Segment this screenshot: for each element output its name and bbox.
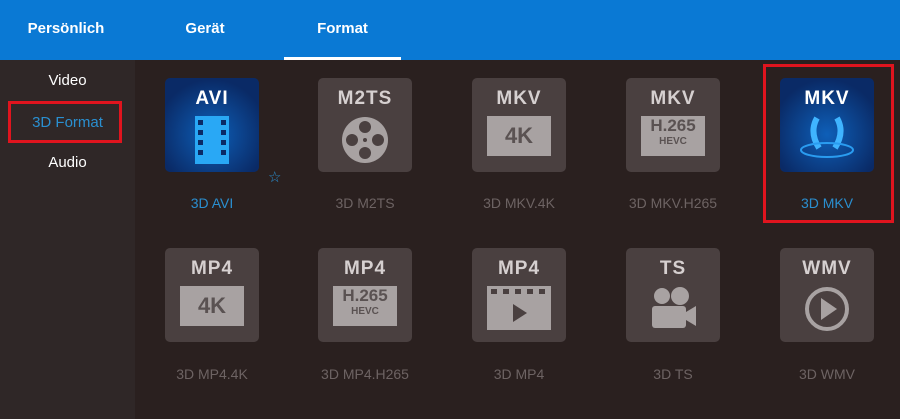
tile-title: MP4 [497,258,541,279]
format-label: 3D M2TS [335,195,395,211]
format-label: 3D MP4.H265 [321,366,409,382]
format-label: 3D WMV [799,366,855,382]
format-label: 3D MP4 [493,366,545,382]
format-tile-3d-mp4-h265[interactable]: MP4 H.265 HEVC [318,248,412,342]
format-label: 3D MP4.4K [176,366,248,382]
format-label: 3D TS [653,366,693,382]
badge-text: H.265 [342,286,388,305]
format-tile-3d-mp4[interactable]: MP4 [472,248,566,342]
format-tile-3d-avi[interactable]: AVI [165,78,259,172]
star-icon[interactable]: ☆ [268,168,281,186]
sidebar-item-audio[interactable]: Audio [0,154,135,171]
hevc-badge-icon: H.265 HEVC [641,116,705,156]
tab-personal[interactable]: Persönlich [0,0,132,60]
header-bar: Persönlich Gerät Format [0,0,900,60]
badge-subtext: HEVC [351,306,379,317]
badge-subtext: HEVC [659,136,687,147]
film-strip-icon [195,116,229,164]
tile-title: MP4 [343,258,387,279]
sidebar-item-video[interactable]: Video [0,72,135,89]
film-reel-icon [342,117,388,163]
format-label: 3D AVI [190,195,234,211]
tile-title: AVI [195,88,229,109]
tile-title: M2TS [337,88,393,109]
format-label: 3D MKV.4K [483,195,555,211]
tile-title: WMV [802,258,852,279]
format-label: 3D MKV.H265 [628,195,718,211]
format-tile-3d-m2ts[interactable]: M2TS [318,78,412,172]
play-circle-icon [805,287,849,331]
selection-highlight-box [763,64,894,223]
sidebar-highlight-box [8,101,122,143]
4k-badge-icon: 4K [180,286,244,326]
format-tile-3d-mp4-4k[interactable]: MP4 4K [165,248,259,342]
format-tile-3d-ts[interactable]: TS [626,248,720,342]
video-camera-icon [652,287,696,328]
video-clip-icon [487,286,551,330]
tile-title: TS [659,258,687,279]
hevc-badge-icon: H.265 HEVC [333,286,397,326]
format-tile-3d-mkv-4k[interactable]: MKV 4K [472,78,566,172]
badge-text: H.265 [650,116,696,135]
tile-title: MKV [650,88,696,109]
4k-badge-icon: 4K [487,116,551,156]
tile-title: MKV [496,88,542,109]
tab-device[interactable]: Gerät [150,0,260,60]
format-tile-3d-mkv-h265[interactable]: MKV H.265 HEVC [626,78,720,172]
tile-title: MP4 [190,258,234,279]
format-tile-3d-wmv[interactable]: WMV [780,248,874,342]
tab-format[interactable]: Format [284,0,401,60]
